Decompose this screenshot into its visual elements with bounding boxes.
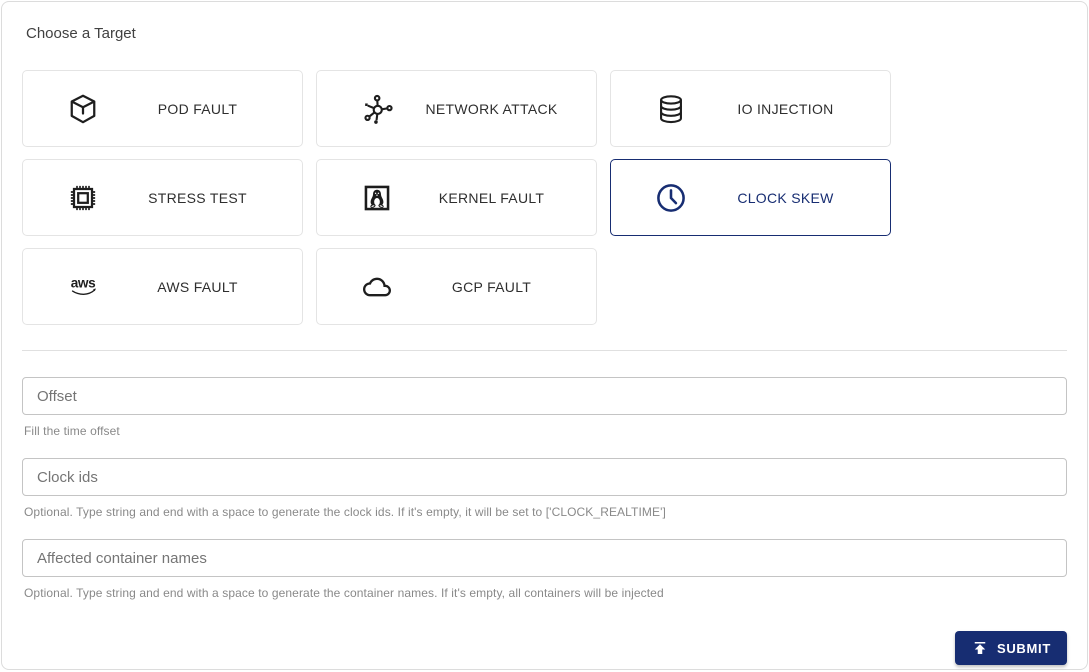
choose-target-panel: Choose a Target POD FAULT	[1, 1, 1088, 670]
container-names-field-group: Optional. Type string and end with a spa…	[22, 539, 1067, 600]
cpu-chip-icon	[63, 180, 103, 216]
clock-ids-field-group: Optional. Type string and end with a spa…	[22, 458, 1067, 519]
target-card-clock-skew[interactable]: CLOCK SKEW	[610, 159, 891, 236]
target-card-gcp-fault[interactable]: GCP FAULT	[316, 248, 597, 325]
cube-icon	[63, 91, 103, 127]
target-card-label: CLOCK SKEW	[691, 190, 890, 206]
linux-penguin-icon	[357, 181, 397, 215]
target-card-kernel-fault[interactable]: KERNEL FAULT	[316, 159, 597, 236]
target-card-label: POD FAULT	[103, 101, 302, 117]
container-names-helper-text: Optional. Type string and end with a spa…	[24, 586, 1067, 600]
target-card-label: NETWORK ATTACK	[397, 101, 596, 117]
offset-input[interactable]	[22, 377, 1067, 415]
target-card-label: GCP FAULT	[397, 279, 596, 295]
target-card-label: AWS FAULT	[103, 279, 302, 295]
clock-ids-input[interactable]	[22, 458, 1067, 496]
network-hub-icon	[357, 91, 397, 127]
clock-skew-form: Fill the time offset Optional. Type stri…	[22, 377, 1067, 665]
target-grid: POD FAULT NETWORK ATTACK	[22, 70, 1067, 325]
target-card-stress-test[interactable]: STRESS TEST	[22, 159, 303, 236]
page-title: Choose a Target	[26, 25, 1067, 43]
target-card-label: IO INJECTION	[691, 101, 890, 117]
database-icon	[651, 92, 691, 126]
clock-icon	[651, 180, 691, 216]
clock-ids-helper-text: Optional. Type string and end with a spa…	[24, 505, 1067, 519]
target-card-network-attack[interactable]: NETWORK ATTACK	[316, 70, 597, 147]
publish-icon	[971, 639, 989, 657]
target-card-label: STRESS TEST	[103, 190, 302, 206]
container-names-input[interactable]	[22, 539, 1067, 577]
offset-helper-text: Fill the time offset	[24, 424, 1067, 438]
submit-row: SUBMIT	[22, 631, 1067, 665]
aws-logo-icon: aws	[63, 272, 103, 302]
target-card-pod-fault[interactable]: POD FAULT	[22, 70, 303, 147]
svg-text:aws: aws	[71, 275, 96, 290]
section-divider	[22, 350, 1067, 351]
target-card-label: KERNEL FAULT	[397, 190, 596, 206]
target-card-aws-fault[interactable]: aws AWS FAULT	[22, 248, 303, 325]
submit-button-label: SUBMIT	[997, 641, 1051, 656]
target-card-io-injection[interactable]: IO INJECTION	[610, 70, 891, 147]
offset-field-group: Fill the time offset	[22, 377, 1067, 438]
cloud-icon	[357, 273, 397, 301]
submit-button[interactable]: SUBMIT	[955, 631, 1067, 665]
